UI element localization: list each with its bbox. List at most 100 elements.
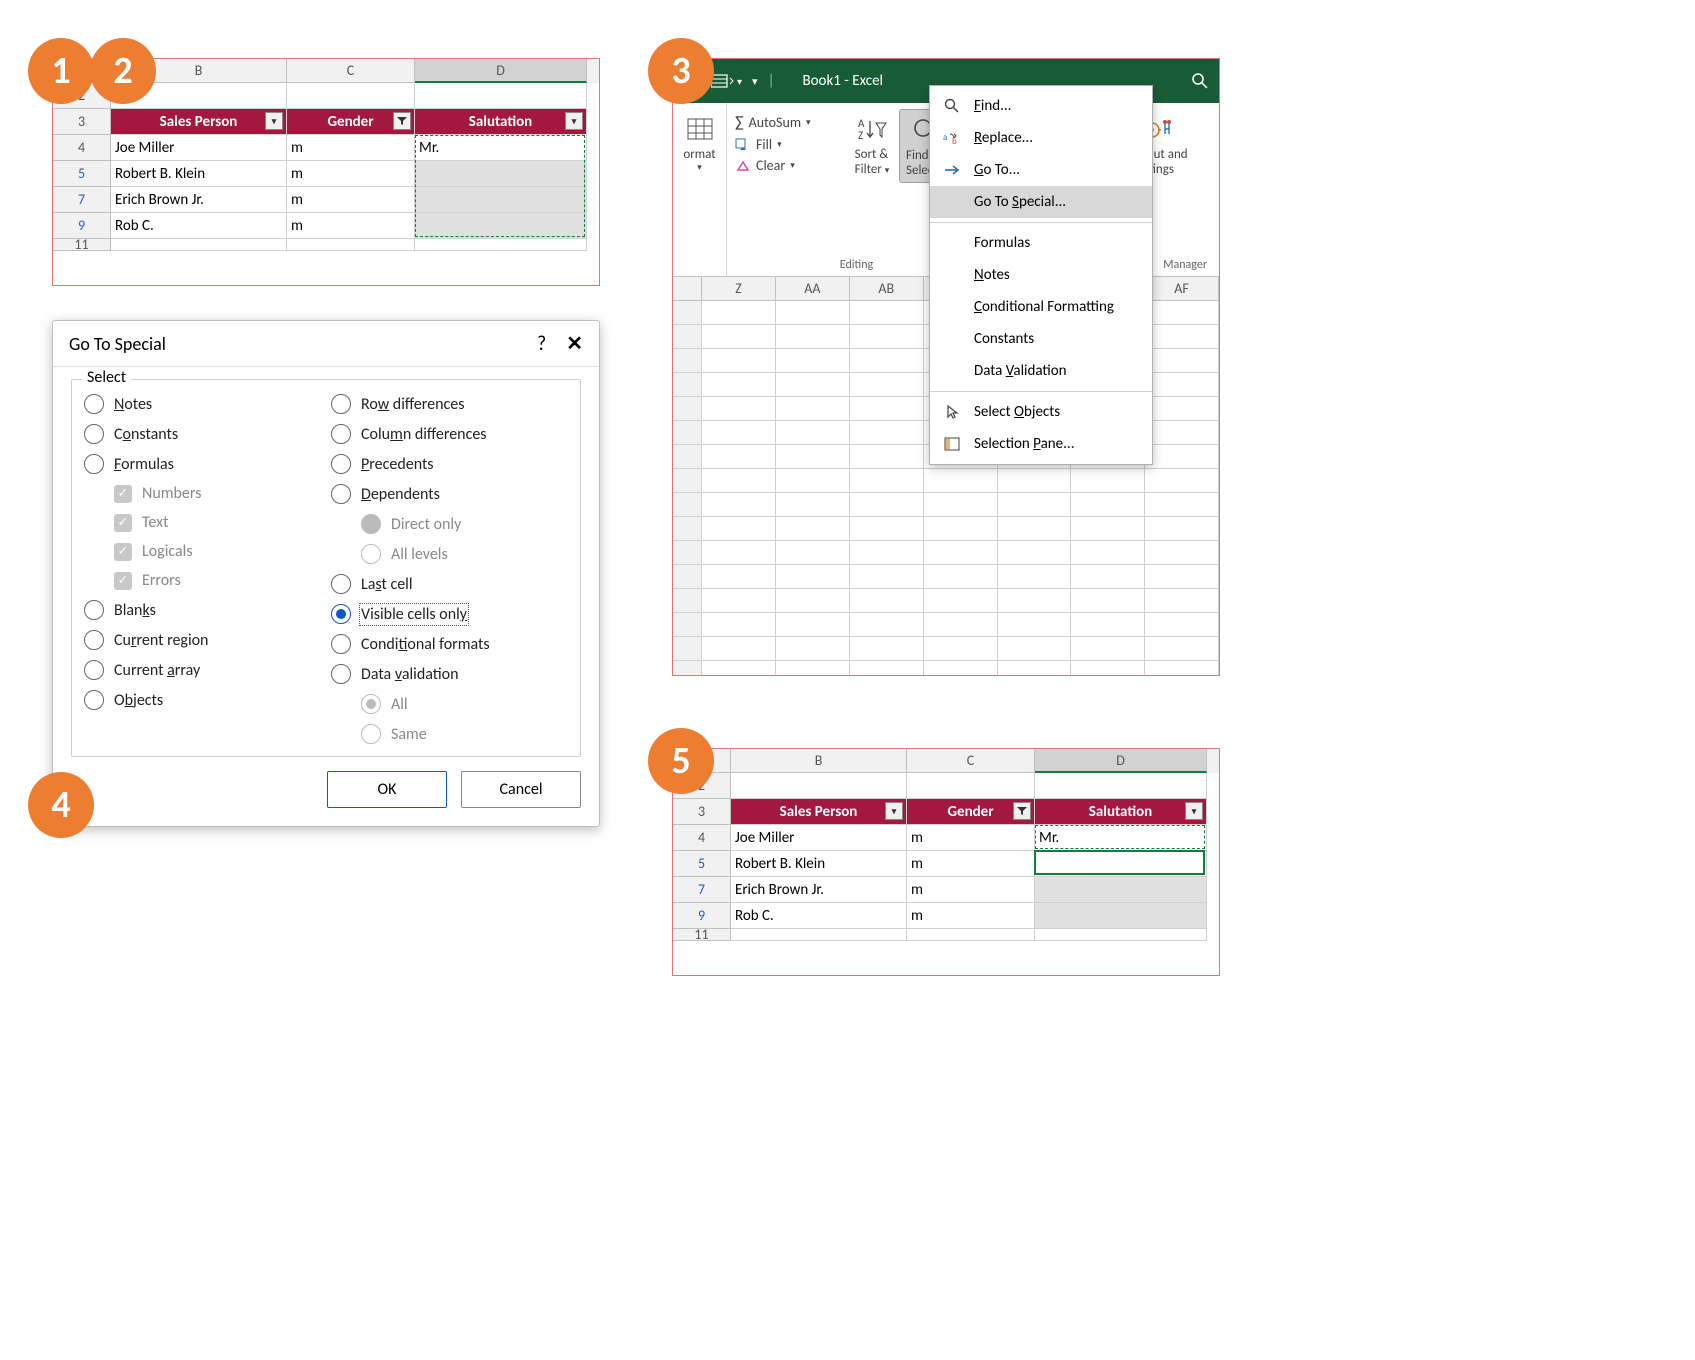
cell[interactable] (1035, 877, 1207, 903)
cell[interactable] (850, 565, 924, 589)
col-header[interactable]: C (287, 59, 415, 83)
radio-objects[interactable]: Objects (84, 690, 321, 710)
cell[interactable] (1035, 903, 1207, 929)
menu-item-find[interactable]: Find... (930, 90, 1152, 122)
cancel-button[interactable]: Cancel (461, 771, 581, 808)
cell[interactable] (702, 565, 776, 589)
cell[interactable] (850, 493, 924, 517)
cell[interactable] (1145, 397, 1219, 421)
cell[interactable] (776, 541, 850, 565)
row-header[interactable] (673, 397, 702, 421)
radio-row-differences[interactable]: Row differences (331, 394, 568, 414)
cell[interactable] (924, 565, 998, 589)
cell[interactable]: Rob C. (731, 903, 907, 929)
row-header[interactable]: 11 (673, 929, 731, 941)
table-header-cell[interactable]: Gender (907, 799, 1035, 825)
cell[interactable] (1145, 493, 1219, 517)
cell[interactable] (850, 373, 924, 397)
menu-item-selection-pane[interactable]: Selection Pane... (930, 428, 1152, 460)
row-header[interactable] (673, 445, 702, 469)
row-header[interactable]: 7 (53, 187, 111, 213)
cell[interactable]: Rob C. (111, 213, 287, 239)
cell[interactable] (287, 239, 415, 251)
menu-item-go-to[interactable]: Go To... (930, 154, 1152, 186)
cell[interactable] (415, 213, 587, 239)
cell[interactable] (998, 589, 1072, 613)
col-header[interactable]: AA (776, 277, 850, 301)
cell[interactable] (776, 493, 850, 517)
cell[interactable]: m (907, 903, 1035, 929)
filter-dropdown-icon[interactable]: ▾ (565, 112, 583, 130)
radio-visible-cells-only[interactable]: Visible cells only (331, 604, 568, 624)
filter-active-icon[interactable] (393, 112, 411, 130)
cell[interactable]: m (287, 161, 415, 187)
radio-column-differences[interactable]: Column differences (331, 424, 568, 444)
cell[interactable] (1145, 661, 1219, 676)
cell[interactable] (776, 589, 850, 613)
cell[interactable] (924, 661, 998, 676)
cell[interactable] (702, 325, 776, 349)
help-icon[interactable]: ? (537, 332, 546, 356)
cell[interactable] (776, 517, 850, 541)
cell[interactable] (702, 589, 776, 613)
qat-overflow-icon[interactable]: ▾ (752, 75, 758, 88)
cell[interactable]: Joe Miller (111, 135, 287, 161)
menu-item-select-objects[interactable]: Select Objects (930, 396, 1152, 428)
cell[interactable] (1145, 517, 1219, 541)
cell[interactable] (850, 301, 924, 325)
cell[interactable] (924, 541, 998, 565)
cell[interactable] (1145, 373, 1219, 397)
cell[interactable] (998, 517, 1072, 541)
sort-filter-button[interactable]: AZ Sort &Filter ▾ (847, 109, 897, 181)
row-header[interactable]: 5 (53, 161, 111, 187)
cell[interactable] (924, 637, 998, 661)
col-header[interactable]: D (415, 59, 587, 83)
radio-blanks[interactable]: Blanks (84, 600, 321, 620)
row-header[interactable] (673, 301, 702, 325)
clear-button[interactable]: Clear ▾ (735, 157, 845, 174)
col-header[interactable]: B (731, 749, 907, 773)
row-header[interactable]: 4 (53, 135, 111, 161)
format-button[interactable]: ormat ▾ (675, 109, 725, 177)
qat-icon[interactable]: ▾ (711, 72, 742, 90)
table-header-cell[interactable]: Salutation▾ (415, 109, 587, 135)
cell[interactable] (702, 397, 776, 421)
radio-current-region[interactable]: Current region (84, 630, 321, 650)
cell[interactable] (702, 541, 776, 565)
cell[interactable] (1145, 421, 1219, 445)
cell[interactable] (1145, 637, 1219, 661)
fill-button[interactable]: Fill ▾ (735, 136, 845, 153)
cell[interactable] (1145, 301, 1219, 325)
radio-notes[interactable]: Notes (84, 394, 321, 414)
cell[interactable] (1035, 773, 1207, 799)
row-header[interactable] (673, 661, 702, 676)
cell[interactable] (702, 661, 776, 676)
table-header-cell[interactable]: Gender (287, 109, 415, 135)
autosum-button[interactable]: ∑AutoSum ▾ (735, 113, 845, 132)
cell[interactable] (998, 469, 1072, 493)
cell[interactable] (776, 421, 850, 445)
cell[interactable] (850, 541, 924, 565)
cell[interactable]: Mr. (1035, 825, 1207, 851)
col-header[interactable]: Z (702, 277, 776, 301)
cell[interactable] (850, 421, 924, 445)
cell[interactable]: Erich Brown Jr. (731, 877, 907, 903)
menu-item-formulas[interactable]: Formulas (930, 227, 1152, 259)
row-header[interactable]: 3 (673, 799, 731, 825)
ok-button[interactable]: OK (327, 771, 447, 808)
cell[interactable]: m (907, 851, 1035, 877)
cell[interactable] (1071, 613, 1145, 637)
cell[interactable] (776, 373, 850, 397)
cell[interactable] (924, 517, 998, 541)
cell[interactable] (850, 517, 924, 541)
cell[interactable] (415, 161, 587, 187)
cell[interactable] (702, 517, 776, 541)
cell[interactable] (776, 301, 850, 325)
filter-dropdown-icon[interactable]: ▾ (265, 112, 283, 130)
row-header[interactable] (673, 565, 702, 589)
radio-precedents[interactable]: Precedents (331, 454, 568, 474)
cell[interactable] (776, 325, 850, 349)
menu-item-conditional-formatting[interactable]: Conditional Formatting (930, 291, 1152, 323)
cell[interactable] (1145, 589, 1219, 613)
cell[interactable] (702, 301, 776, 325)
